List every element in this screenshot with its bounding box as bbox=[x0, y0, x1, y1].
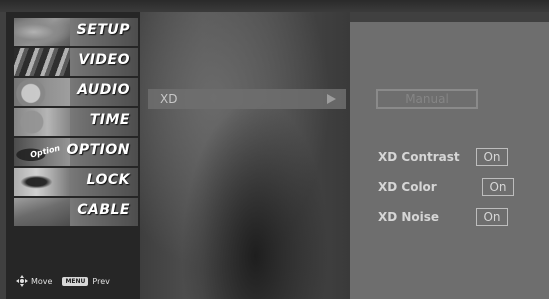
setting-label: XD Noise bbox=[378, 210, 440, 224]
video-preview bbox=[140, 12, 350, 299]
menu-item-label: AUDIO bbox=[77, 82, 130, 98]
setting-value-toggle[interactable]: On bbox=[476, 208, 508, 226]
audio-thumbnail-icon bbox=[14, 78, 70, 106]
setting-label: XD Color bbox=[378, 180, 437, 194]
main-menu-sidebar: SETUP VIDEO AUDIO TIME Option OPTION LOC… bbox=[6, 12, 140, 299]
navigation-hint: Move MENU Prev bbox=[16, 275, 136, 287]
menu-item-video[interactable]: VIDEO bbox=[14, 48, 138, 76]
right-arrow-icon bbox=[327, 94, 336, 104]
menu-item-time[interactable]: TIME bbox=[14, 108, 138, 136]
menu-item-lock[interactable]: LOCK bbox=[14, 168, 138, 196]
setting-label: XD Contrast bbox=[378, 150, 460, 164]
setting-row-xd-color[interactable]: XD Color On bbox=[378, 178, 538, 198]
menu-item-label: VIDEO bbox=[78, 52, 130, 68]
menu-item-cable[interactable]: CABLE bbox=[14, 198, 138, 226]
menu-item-label: SETUP bbox=[76, 22, 130, 38]
video-thumbnail-icon bbox=[14, 48, 70, 76]
setting-row-xd-contrast[interactable]: XD Contrast On bbox=[378, 148, 538, 168]
menu-item-label: CABLE bbox=[77, 202, 130, 218]
submenu-item-label: XD bbox=[160, 92, 178, 106]
setting-value-toggle[interactable]: On bbox=[476, 148, 508, 166]
top-strip bbox=[0, 0, 549, 12]
setting-row-xd-noise[interactable]: XD Noise On bbox=[378, 208, 538, 228]
menu-item-label: LOCK bbox=[86, 172, 130, 188]
menu-item-option[interactable]: Option OPTION bbox=[14, 138, 138, 166]
setup-thumbnail-icon bbox=[14, 18, 70, 46]
prev-label: Prev bbox=[92, 276, 110, 286]
move-label: Move bbox=[31, 276, 53, 286]
setting-value-toggle[interactable]: On bbox=[482, 178, 514, 196]
menu-item-label: OPTION bbox=[66, 142, 130, 158]
cable-thumbnail-icon bbox=[14, 198, 70, 226]
move-arrows-icon bbox=[16, 275, 28, 287]
menu-item-setup[interactable]: SETUP bbox=[14, 18, 138, 46]
menu-item-audio[interactable]: AUDIO bbox=[14, 78, 138, 106]
manual-mode-button[interactable]: Manual bbox=[376, 89, 478, 109]
submenu-item-xd[interactable]: XD bbox=[148, 89, 346, 109]
menu-item-label: TIME bbox=[89, 112, 130, 128]
lock-thumbnail-icon bbox=[14, 168, 70, 196]
menu-key-icon: MENU bbox=[62, 276, 89, 286]
tv-osd-screen: SETUP VIDEO AUDIO TIME Option OPTION LOC… bbox=[0, 0, 549, 299]
time-thumbnail-icon bbox=[14, 108, 70, 136]
